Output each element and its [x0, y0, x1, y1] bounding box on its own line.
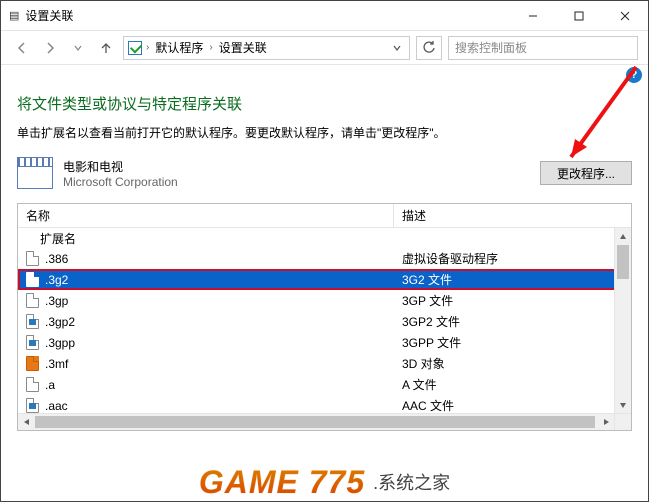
table-row[interactable]: .3gp2 3GP2 文件: [18, 311, 631, 332]
help-icon[interactable]: ?: [626, 67, 642, 83]
cell-name: .3gp2: [18, 314, 394, 329]
selected-program-row: 电影和电视 Microsoft Corporation 更改程序...: [17, 157, 632, 189]
recent-dropdown-icon[interactable]: [67, 37, 89, 59]
back-button[interactable]: [11, 37, 33, 59]
cell-desc: 3GPP 文件: [394, 334, 631, 351]
scroll-right-icon[interactable]: [597, 414, 614, 430]
file-icon: [26, 314, 39, 329]
file-icon: [26, 335, 39, 350]
cell-desc: A 文件: [394, 376, 631, 393]
table-header: 名称 描述: [18, 204, 631, 228]
file-icon: [26, 398, 39, 413]
cell-desc: AAC 文件: [394, 397, 631, 414]
cell-name: .3gpp: [18, 335, 394, 350]
control-panel-icon: [128, 41, 142, 55]
cell-desc: 虚拟设备驱动程序: [394, 250, 631, 267]
program-publisher: Microsoft Corporation: [63, 175, 178, 189]
scroll-thumb[interactable]: [617, 245, 629, 279]
scroll-left-icon[interactable]: [18, 414, 35, 430]
address-bar[interactable]: › 默认程序 › 设置关联: [123, 36, 410, 60]
cell-name: .a: [18, 377, 394, 392]
cell-name: .3g2: [18, 272, 394, 287]
page-heading: 将文件类型或协议与特定程序关联: [17, 93, 632, 114]
scroll-up-icon[interactable]: [615, 228, 631, 245]
chevron-right-icon[interactable]: ›: [209, 42, 212, 53]
forward-button[interactable]: [39, 37, 61, 59]
breadcrumb-item[interactable]: 设置关联: [217, 39, 269, 56]
extension-label: .3mf: [45, 357, 68, 371]
cell-desc: 3G2 文件: [394, 271, 631, 288]
refresh-button[interactable]: [416, 36, 442, 60]
scroll-thumb[interactable]: [35, 416, 595, 428]
up-button[interactable]: [95, 37, 117, 59]
scroll-track[interactable]: [35, 414, 597, 430]
file-icon: [26, 272, 39, 287]
scroll-track[interactable]: [615, 245, 631, 396]
cell-name: .3mf: [18, 356, 394, 371]
table-row[interactable]: .3g2 3G2 文件: [18, 269, 631, 290]
file-icon: [26, 251, 39, 266]
extension-label: .3gp2: [45, 315, 75, 329]
program-icon: [17, 157, 53, 189]
column-header-name[interactable]: 名称: [18, 204, 394, 227]
extension-label: .aac: [45, 399, 68, 413]
cell-desc: 3GP 文件: [394, 292, 631, 309]
minimize-button[interactable]: [510, 1, 556, 30]
table-row[interactable]: .3mf 3D 对象: [18, 353, 631, 374]
scroll-down-icon[interactable]: [615, 396, 631, 413]
extensions-table: 名称 描述 扩展名 .386 虚拟设备驱动程序 .3g2 3G2 文件 .3gp 3GP …: [17, 203, 632, 431]
cell-name: .aac: [18, 398, 394, 413]
window-title: 设置关联: [25, 7, 73, 24]
scroll-corner: [614, 413, 631, 430]
file-icon: [26, 356, 39, 371]
breadcrumb-item[interactable]: 默认程序: [153, 39, 205, 56]
horizontal-scrollbar[interactable]: [18, 413, 614, 430]
extension-label: .3gpp: [45, 336, 75, 350]
group-header[interactable]: 扩展名: [18, 228, 631, 248]
content-area: ? 将文件类型或协议与特定程序关联 单击扩展名以查看当前打开它的默认程序。要更改…: [1, 65, 648, 431]
table-body: 扩展名 .386虚拟设备驱动程序.3g23G2 文件.3gp3GP 文件.3gp…: [18, 228, 631, 416]
title-bar: ▤ 设置关联: [1, 1, 648, 31]
maximize-button[interactable]: [556, 1, 602, 30]
address-dropdown-icon[interactable]: [389, 43, 405, 53]
table-row[interactable]: .386 虚拟设备驱动程序: [18, 248, 631, 269]
table-row[interactable]: .3gp 3GP 文件: [18, 290, 631, 311]
cell-name: .386: [18, 251, 394, 266]
chevron-right-icon[interactable]: ›: [146, 42, 149, 53]
file-icon: [26, 293, 39, 308]
extension-label: .a: [45, 378, 55, 392]
cell-desc: 3D 对象: [394, 355, 631, 372]
watermark: GAME 775 .系统之家: [1, 463, 648, 501]
close-button[interactable]: [602, 1, 648, 30]
change-program-button[interactable]: 更改程序...: [540, 161, 632, 185]
vertical-scrollbar[interactable]: [614, 228, 631, 413]
nav-bar: › 默认程序 › 设置关联 搜索控制面板: [1, 31, 648, 65]
page-subtext: 单击扩展名以查看当前打开它的默认程序。要更改默认程序，请单击"更改程序"。: [17, 124, 632, 141]
cell-desc: 3GP2 文件: [394, 313, 631, 330]
watermark-site: .系统之家: [373, 469, 450, 495]
search-input[interactable]: 搜索控制面板: [448, 36, 638, 60]
window-controls: [510, 1, 648, 30]
cell-name: .3gp: [18, 293, 394, 308]
extension-label: .3g2: [45, 273, 68, 287]
app-icon: ▤: [9, 9, 19, 22]
table-row[interactable]: .3gpp 3GPP 文件: [18, 332, 631, 353]
extension-label: .3gp: [45, 294, 68, 308]
program-name: 电影和电视: [63, 158, 178, 175]
file-icon: [26, 377, 39, 392]
search-placeholder: 搜索控制面板: [455, 39, 527, 56]
watermark-logo: GAME 775: [199, 464, 365, 501]
column-header-desc[interactable]: 描述: [394, 204, 631, 227]
extension-label: .386: [45, 252, 68, 266]
table-row[interactable]: .a A 文件: [18, 374, 631, 395]
